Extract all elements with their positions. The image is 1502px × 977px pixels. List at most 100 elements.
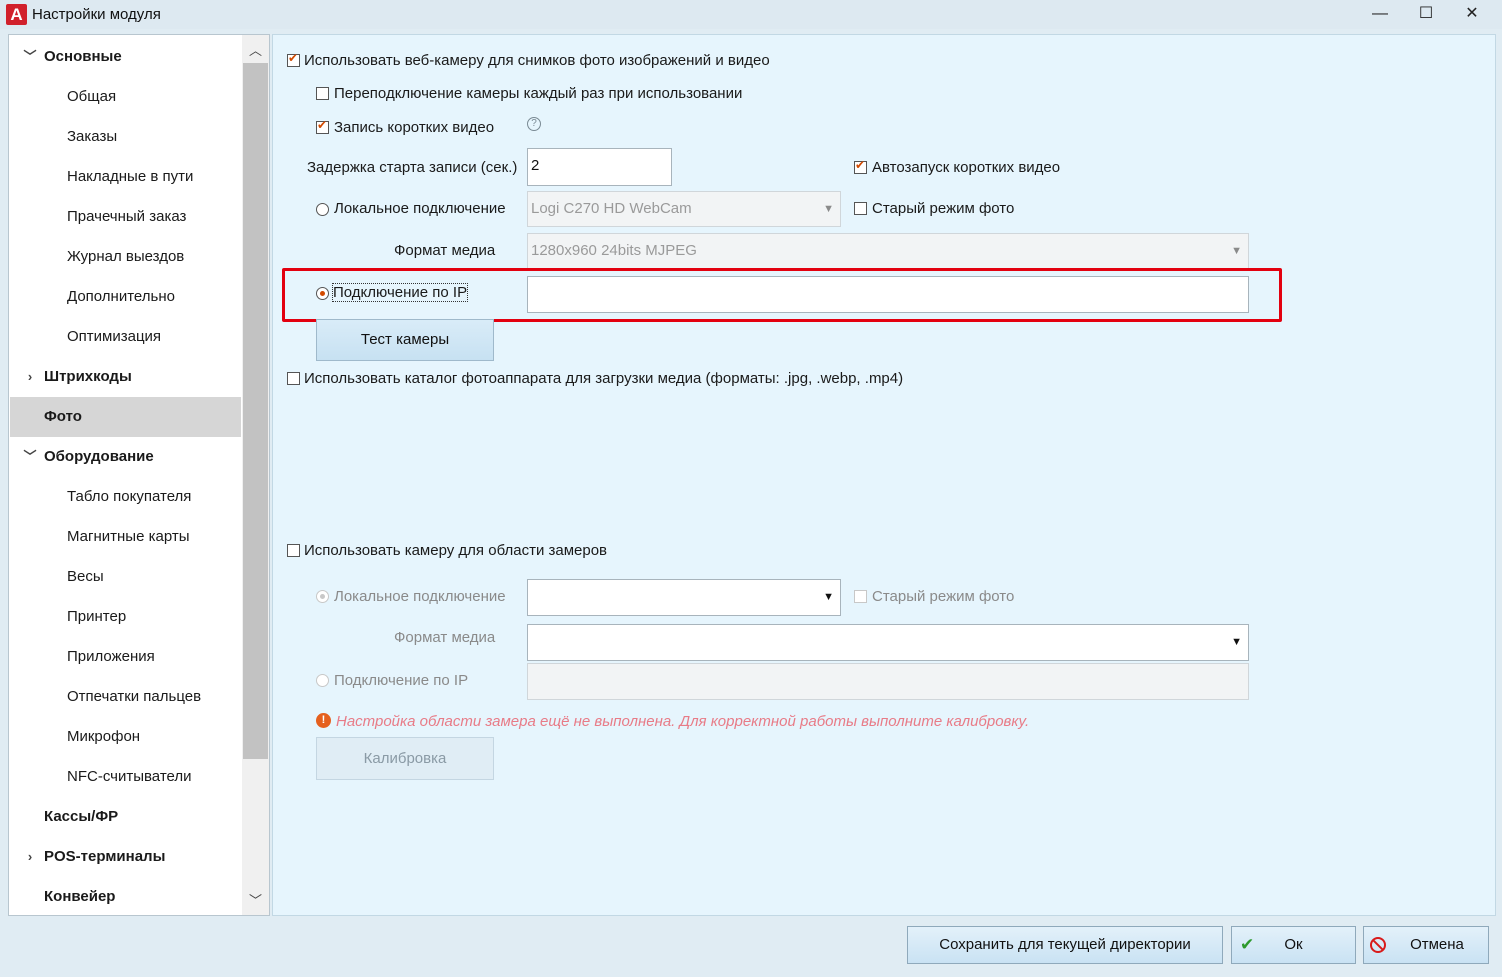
cancel-button-label: Отмена	[1410, 936, 1464, 953]
tree-item-label: Кассы/ФР	[44, 808, 119, 825]
tree-item-label: Оптимизация	[67, 328, 162, 345]
chevron-down-icon[interactable]: ﹀	[23, 437, 37, 477]
autostart-checkbox[interactable]	[854, 158, 867, 174]
old-photo-mode-checkbox[interactable]	[854, 202, 867, 215]
tree-item[interactable]: Общая	[10, 77, 241, 117]
measure-camera-label[interactable]: Использовать камеру для области замеров	[304, 542, 607, 559]
measure-local-radio[interactable]	[316, 590, 329, 603]
media-format-select[interactable]: 1280x960 24bits MJPEG ▼	[527, 233, 1249, 270]
measure-ip-input[interactable]	[527, 663, 1249, 700]
calibration-warning: Настройка области замера ещё не выполнен…	[336, 713, 1030, 730]
tree-item-label: Прачечный заказ	[67, 208, 187, 225]
test-camera-button[interactable]: Тест камеры	[316, 319, 494, 361]
measure-ip-radio[interactable]	[316, 674, 329, 687]
tree-item[interactable]: Весы	[10, 557, 241, 597]
webcam-device-select[interactable]: Logi C270 HD WebCam ▼	[527, 191, 841, 227]
tree-item[interactable]: NFC-считыватели	[10, 757, 241, 797]
use-webcam-label[interactable]: Использовать веб-камеру для снимков фото…	[304, 52, 770, 69]
chevron-down-icon[interactable]: ﹀	[23, 37, 37, 77]
reconnect-label[interactable]: Переподключение камеры каждый раз при ис…	[334, 85, 742, 102]
tree-item-label: Журнал выездов	[67, 248, 185, 265]
media-format-label: Формат медиа	[394, 242, 496, 259]
calibrate-button[interactable]: Калибровка	[316, 737, 494, 780]
ok-button[interactable]: ✔ Ок	[1231, 926, 1356, 964]
tree-item[interactable]: Прачечный заказ	[10, 197, 241, 237]
title-bar: A Настройки модуля — ☐ ✕	[0, 0, 1502, 29]
tree-item-label: Микрофон	[67, 728, 141, 745]
tree-item[interactable]: Табло покупателя	[10, 477, 241, 517]
settings-tree: ﹀ Основные Общая Заказы Накладные в пути Прач…	[8, 34, 270, 916]
maximize-button[interactable]: ☐	[1403, 0, 1449, 29]
tree-item[interactable]: ﹀ Оборудование	[10, 437, 241, 477]
tree-scrollbar[interactable]: ︿ ﹀	[242, 35, 269, 915]
measure-ip-label[interactable]: Подключение по IP	[334, 672, 468, 689]
scroll-down-icon[interactable]: ﹀	[242, 887, 269, 914]
tree-item[interactable]: › POS-терминалы	[10, 837, 241, 877]
tree-item[interactable]: Приложения	[10, 637, 241, 677]
close-button[interactable]: ✕	[1449, 0, 1495, 29]
cancel-button[interactable]: Отмена	[1363, 926, 1489, 964]
tree-item[interactable]: Микрофон	[10, 717, 241, 757]
tree-item[interactable]: Магнитные карты	[10, 517, 241, 557]
short-video-checkbox[interactable]	[316, 118, 329, 134]
short-video-label[interactable]: Запись коротких видео	[334, 119, 494, 136]
measure-camera-checkbox[interactable]	[287, 544, 300, 557]
tree-item[interactable]: Конвейер	[10, 877, 241, 915]
tree-item[interactable]: Заказы	[10, 117, 241, 157]
tree-item-label: Штрихкоды	[44, 368, 132, 385]
tree-item-label: Дополнительно	[67, 288, 175, 305]
tree-item[interactable]: Дополнительно	[10, 277, 241, 317]
warning-icon: !	[316, 713, 331, 728]
tree-item[interactable]: Кассы/ФР	[10, 797, 241, 837]
tree-item[interactable]: Накладные в пути	[10, 157, 241, 197]
ok-button-label: Ок	[1284, 936, 1303, 953]
tree-item[interactable]: Фото	[10, 397, 241, 437]
measure-old-mode-checkbox[interactable]	[854, 590, 867, 603]
tree-item-label: Общая	[67, 88, 117, 105]
scroll-up-icon[interactable]: ︿	[242, 37, 269, 64]
tree-item[interactable]: Принтер	[10, 597, 241, 637]
camera-catalog-checkbox[interactable]	[287, 372, 300, 385]
local-connection-radio[interactable]	[316, 203, 329, 216]
window-title: Настройки модуля	[32, 6, 161, 23]
minimize-button[interactable]: —	[1357, 0, 1403, 29]
tree-item-label: Приложения	[67, 648, 155, 665]
old-photo-mode-label[interactable]: Старый режим фото	[872, 200, 1014, 217]
tree-item-label: Накладные в пути	[67, 168, 194, 185]
webcam-device-value: Logi C270 HD WebCam	[531, 200, 692, 217]
ip-connection-highlight	[282, 268, 1282, 322]
tree-item-label: Принтер	[67, 608, 127, 625]
tree-item-label: Магнитные карты	[67, 528, 190, 545]
measure-local-label[interactable]: Локальное подключение	[334, 588, 506, 605]
use-webcam-checkbox[interactable]	[287, 51, 300, 67]
measure-old-mode-label[interactable]: Старый режим фото	[872, 588, 1014, 605]
tree-item-label: Весы	[67, 568, 104, 585]
local-connection-label[interactable]: Локальное подключение	[334, 200, 506, 217]
scroll-thumb[interactable]	[243, 63, 268, 759]
media-format-value: 1280x960 24bits MJPEG	[531, 242, 697, 259]
tree-item[interactable]: Отпечатки пальцев	[10, 677, 241, 717]
tree-item[interactable]: Журнал выездов	[10, 237, 241, 277]
measure-media-format-select[interactable]: ▼	[527, 624, 1249, 661]
tree-item-label: Табло покупателя	[67, 488, 192, 505]
measure-media-format-label: Формат медиа	[394, 629, 496, 646]
chevron-down-icon: ▼	[823, 203, 834, 215]
chevron-right-icon[interactable]: ›	[23, 837, 37, 877]
camera-catalog-label[interactable]: Использовать каталог фотоаппарата для за…	[304, 370, 903, 387]
chevron-down-icon: ▼	[823, 591, 834, 603]
reconnect-checkbox[interactable]	[316, 87, 329, 100]
autostart-label[interactable]: Автозапуск коротких видео	[872, 159, 1060, 176]
save-for-directory-button[interactable]: Сохранить для текущей директории	[907, 926, 1223, 964]
help-icon[interactable]: ?	[527, 117, 541, 131]
check-icon: ✔	[1240, 935, 1255, 954]
cancel-icon	[1370, 937, 1386, 953]
delay-input[interactable]: 2	[527, 148, 672, 186]
chevron-down-icon: ▼	[1231, 636, 1242, 648]
tree-item[interactable]: › Штрихкоды	[10, 357, 241, 397]
measure-device-select[interactable]: ▼	[527, 579, 841, 616]
tree-item[interactable]: ﹀ Основные	[10, 37, 241, 77]
chevron-right-icon[interactable]: ›	[23, 357, 37, 397]
tree-item-label: Фото	[44, 408, 82, 425]
tree-item[interactable]: Оптимизация	[10, 317, 241, 357]
chevron-down-icon: ▼	[1231, 245, 1242, 257]
